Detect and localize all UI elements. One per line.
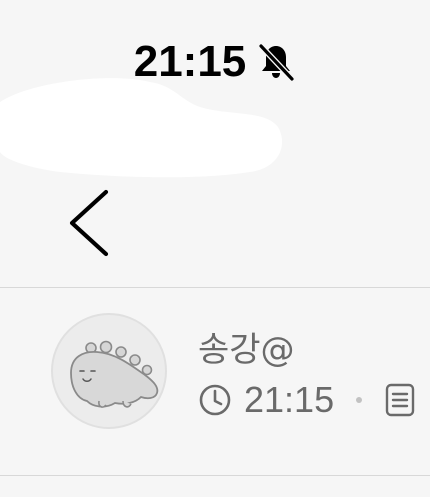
back-button[interactable] (62, 188, 112, 258)
divider-bottom (0, 475, 430, 476)
screen: 21:15 송강@ 21:15 (0, 0, 430, 497)
avatar[interactable] (51, 313, 167, 429)
redaction-mark (0, 78, 283, 178)
message-time: 21:15 (244, 379, 335, 420)
sender-row[interactable]: 송강@ 21:15 (0, 288, 430, 475)
separator-dot (356, 397, 363, 403)
document-icon[interactable] (384, 383, 416, 417)
dinosaur-avatar-icon (70, 340, 159, 408)
message-meta: 21:15 (198, 379, 416, 420)
sender-name: 송강@ (198, 330, 295, 370)
clock-icon (199, 384, 231, 416)
